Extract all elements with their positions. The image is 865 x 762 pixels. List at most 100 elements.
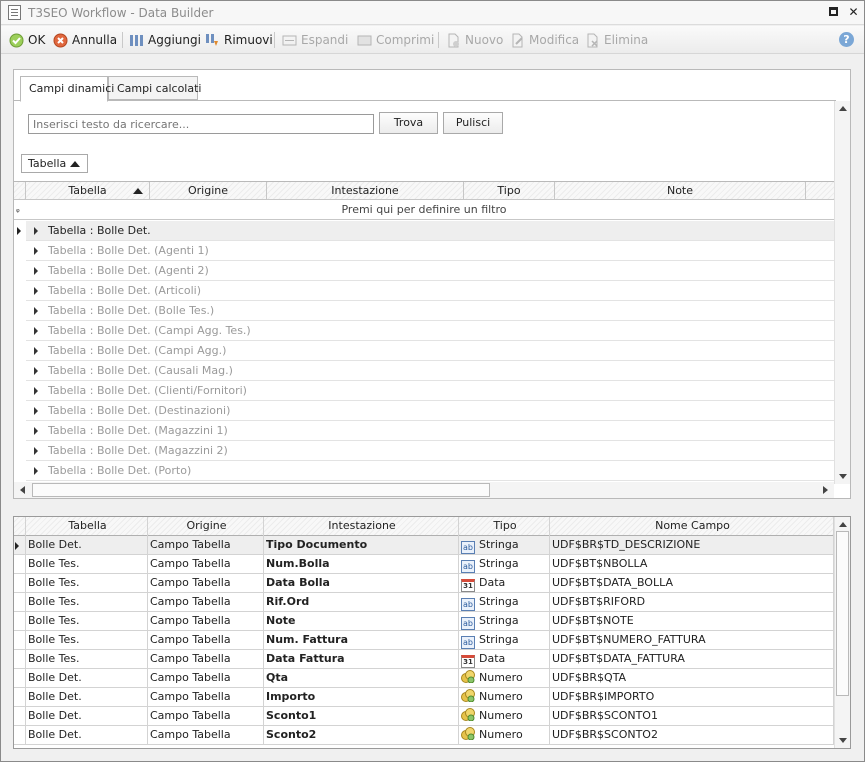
table-row[interactable]: Bolle Tes. Campo Tabella Rif.Ord ab Stringa U… [14, 593, 834, 612]
cell-tabella-text: Bolle Det. [28, 671, 82, 684]
horizontal-scroll-thumb[interactable] [32, 483, 490, 497]
column-header-intestazione[interactable]: Intestazione [267, 182, 464, 200]
tab-campi-dinamici[interactable]: Campi dinamici [20, 76, 114, 102]
cell-intestazione-text: Rif.Ord [266, 595, 310, 608]
new-button[interactable]: Nuovo [446, 31, 503, 49]
expand-arrow-icon[interactable] [34, 387, 38, 395]
scroll-up-arrow-icon[interactable] [839, 106, 847, 111]
scroll-right-arrow-icon[interactable] [823, 486, 828, 494]
cell-origine: Campo Tabella [148, 650, 264, 669]
cell-tipo: ab Stringa [459, 612, 550, 631]
cell-nome-campo: UDF$BR$SCONTO2 [550, 726, 834, 745]
expand-arrow-icon[interactable] [34, 267, 38, 275]
cell-tabella-text: Bolle Det. [28, 538, 82, 551]
cell-tabella-text: Bolle Tes. [28, 652, 80, 665]
lower-vertical-scrollbar[interactable] [834, 517, 850, 748]
cell-tipo-text: Numero [479, 728, 523, 741]
edit-button[interactable]: Modifica [510, 31, 579, 49]
cell-origine: Campo Tabella [148, 707, 264, 726]
scroll-up-arrow-icon[interactable] [839, 522, 847, 527]
table-row[interactable]: Bolle Det. Campo Tabella Importo Numero UDF$… [14, 688, 834, 707]
cell-intestazione: Sconto2 [264, 726, 459, 745]
expand-arrow-icon[interactable] [34, 247, 38, 255]
column-header-note[interactable]: Note [555, 182, 806, 200]
group-row[interactable]: Tabella : Bolle Det. (Porto) [26, 461, 834, 481]
table-row[interactable]: Bolle Det. Campo Tabella Sconto1 Numero UDF$… [14, 707, 834, 726]
expand-arrow-icon[interactable] [34, 307, 38, 315]
column-header-tipo[interactable]: Tipo [464, 182, 555, 200]
toolbar-separator [438, 32, 439, 48]
close-button[interactable]: ✕ [847, 6, 860, 19]
expand-arrow-icon[interactable] [34, 327, 38, 335]
table-row[interactable]: Bolle Tes. Campo Tabella Note ab Stringa UDF$… [14, 612, 834, 631]
group-row[interactable]: Tabella : Bolle Det. (Campi Agg. Tes.) [26, 321, 834, 341]
upper-vertical-scrollbar[interactable] [834, 101, 850, 484]
filter-row[interactable]: ᵩ Premi qui per definire un filtro [14, 200, 834, 220]
column-header-origine[interactable]: Origine [150, 182, 267, 200]
cell-tabella-text: Bolle Tes. [28, 614, 80, 627]
cell-tabella-text: Bolle Tes. [28, 557, 80, 570]
clear-button[interactable]: Pulisci [443, 112, 503, 134]
expand-arrow-icon[interactable] [34, 287, 38, 295]
help-icon[interactable]: ? [839, 32, 854, 47]
cancel-button[interactable]: Annulla [53, 31, 117, 49]
group-row[interactable]: Tabella : Bolle Det. (Agenti 1) [26, 241, 834, 261]
vertical-scroll-thumb[interactable] [836, 531, 849, 696]
column-header-nome-campo[interactable]: Nome Campo [550, 517, 834, 536]
find-button[interactable]: Trova [379, 112, 438, 134]
expand-arrow-icon[interactable] [34, 467, 38, 475]
group-row[interactable]: Tabella : Bolle Det. (Articoli) [26, 281, 834, 301]
collapse-button[interactable]: Comprimi [357, 31, 434, 49]
search-input[interactable] [28, 114, 374, 134]
expand-button[interactable]: Espandi [282, 31, 348, 49]
column-header-tabella[interactable]: Tabella [26, 517, 148, 536]
column-header-origine[interactable]: Origine [148, 517, 264, 536]
maximize-button[interactable] [827, 6, 840, 19]
add-button[interactable]: Aggiungi [129, 31, 201, 49]
scroll-left-arrow-icon[interactable] [20, 486, 25, 494]
expand-arrow-icon[interactable] [34, 227, 38, 235]
group-row[interactable]: Tabella : Bolle Det. (Magazzini 1) [26, 421, 834, 441]
expand-arrow-icon[interactable] [34, 407, 38, 415]
expand-arrow-icon[interactable] [34, 427, 38, 435]
group-row[interactable]: Tabella : Bolle Det. (Agenti 2) [26, 261, 834, 281]
table-row[interactable]: Bolle Det. Campo Tabella Qta Numero UDF$BR$Q… [14, 669, 834, 688]
table-row[interactable]: Bolle Tes. Campo Tabella Num. Fattura ab Str… [14, 631, 834, 650]
cell-nome-campo: UDF$BT$NOTE [550, 612, 834, 631]
expand-arrow-icon[interactable] [34, 367, 38, 375]
scroll-down-arrow-icon[interactable] [839, 474, 847, 479]
upper-horizontal-scrollbar[interactable] [14, 482, 834, 498]
group-row[interactable]: Tabella : Bolle Det. (Magazzini 2) [26, 441, 834, 461]
group-by-chip[interactable]: Tabella [21, 154, 88, 173]
table-row[interactable]: Bolle Tes. Campo Tabella Num.Bolla ab String… [14, 555, 834, 574]
group-row[interactable]: Tabella : Bolle Det. (Causali Mag.) [26, 361, 834, 381]
cell-origine-text: Campo Tabella [150, 652, 231, 665]
ok-button[interactable]: OK [9, 31, 45, 49]
cell-tipo-text: Data [479, 652, 506, 665]
tab-campi-calcolati[interactable]: Campi calcolati [108, 76, 201, 100]
group-row[interactable]: Tabella : Bolle Det. (Bolle Tes.) [26, 301, 834, 321]
column-header-tipo[interactable]: Tipo [459, 517, 550, 536]
group-row[interactable]: Tabella : Bolle Det. (Campi Agg.) [26, 341, 834, 361]
title-bar: T3SEO Workflow - Data Builder ✕ [1, 1, 864, 25]
group-row[interactable]: Tabella : Bolle Det. (Destinazioni) [26, 401, 834, 421]
remove-button[interactable]: Rimuovi [205, 31, 273, 49]
cell-tabella: Bolle Det. [26, 536, 148, 555]
cell-tabella: Bolle Det. [26, 707, 148, 726]
table-row[interactable]: Bolle Det. Campo Tabella Tipo Documento ab S… [14, 536, 834, 555]
cell-tabella-text: Bolle Tes. [28, 595, 80, 608]
group-row[interactable]: Tabella : Bolle Det. (Clienti/Fornitori) [26, 381, 834, 401]
expand-arrow-icon[interactable] [34, 447, 38, 455]
column-header-intestazione[interactable]: Intestazione [264, 517, 459, 536]
calendar-icon: 31 [461, 579, 475, 592]
row-indicator [14, 688, 26, 707]
column-header-tabella[interactable]: Tabella [26, 182, 150, 200]
group-row[interactable]: Tabella : Bolle Det. [26, 221, 834, 241]
expand-arrow-icon[interactable] [34, 347, 38, 355]
scroll-down-arrow-icon[interactable] [839, 738, 847, 743]
delete-button[interactable]: Elimina [585, 31, 648, 49]
table-row[interactable]: Bolle Tes. Campo Tabella Data Fattura 31 Dat… [14, 650, 834, 669]
string-type-icon: ab [461, 560, 475, 573]
table-row[interactable]: Bolle Det. Campo Tabella Sconto2 Numero UDF$… [14, 726, 834, 745]
table-row[interactable]: Bolle Tes. Campo Tabella Data Bolla 31 Data U… [14, 574, 834, 593]
